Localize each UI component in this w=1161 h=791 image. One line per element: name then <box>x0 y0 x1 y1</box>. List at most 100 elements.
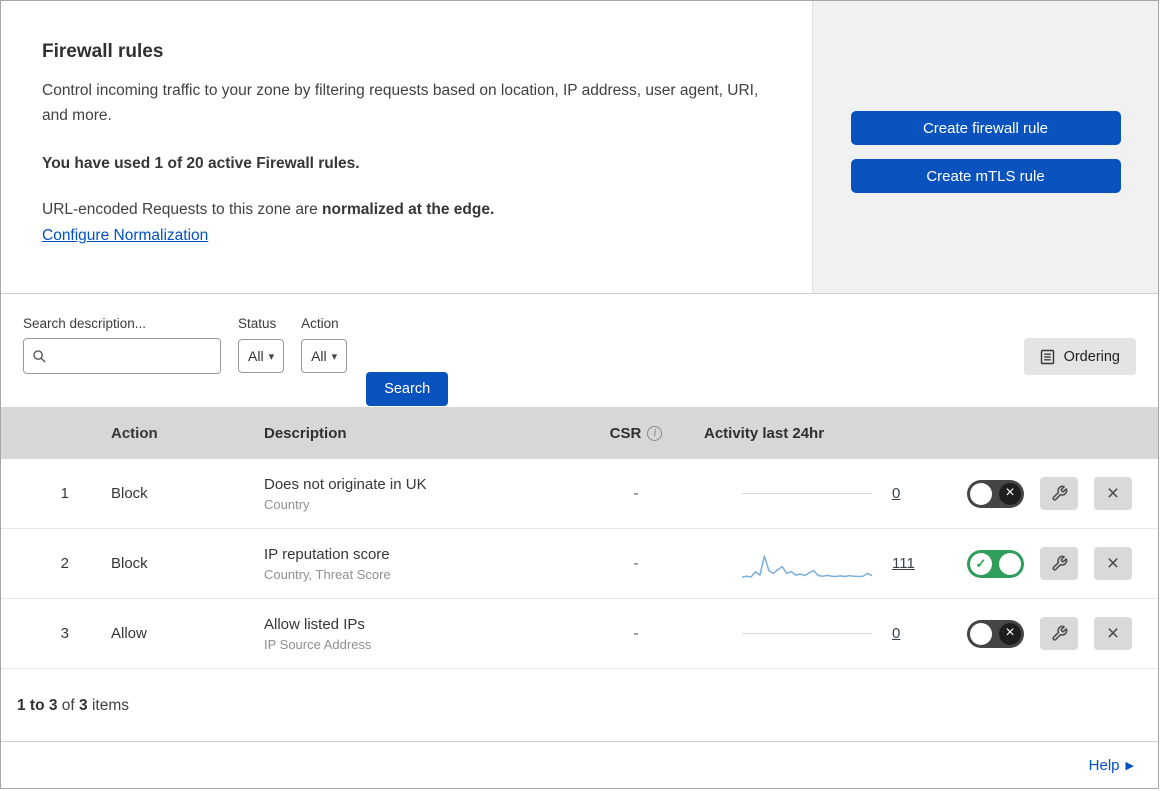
rule-action: Block <box>111 485 148 502</box>
close-icon: × <box>1106 552 1120 575</box>
rule-enabled-toggle[interactable] <box>967 549 1024 578</box>
info-icon[interactable]: i <box>647 425 663 441</box>
rule-enabled-toggle[interactable] <box>967 479 1024 508</box>
close-icon: × <box>1106 622 1120 645</box>
ordering-icon <box>1040 349 1055 365</box>
normalization-note-bold: normalized at the edge. <box>322 200 495 218</box>
rule-activity: 0 <box>696 485 946 502</box>
status-filter-select[interactable]: All ▾ <box>238 339 285 373</box>
wrench-icon <box>1051 555 1068 572</box>
toggle-knob <box>970 482 992 505</box>
toggle-knob <box>970 622 992 645</box>
action-filter-select[interactable]: All ▾ <box>301 339 348 373</box>
rule-priority: 2 <box>60 555 69 572</box>
search-group: Search description... <box>23 316 221 374</box>
actions-panel: Create firewall rule Create mTLS rule <box>812 1 1158 293</box>
rule-criteria: IP Source Address <box>264 636 372 652</box>
delete-rule-button[interactable]: × <box>1094 547 1132 580</box>
delete-rule-button[interactable]: × <box>1094 617 1132 650</box>
empty-sparkline <box>742 633 872 634</box>
overview-card: Firewall rules Control incoming traffic … <box>1 1 1158 294</box>
search-button[interactable]: Search <box>366 372 449 406</box>
table-row: 3 Allow Allow listed IPs IP Source Addre… <box>1 599 1158 669</box>
rule-criteria: Country, Threat Score <box>264 566 391 582</box>
column-action: Action <box>111 424 158 442</box>
create-firewall-rule-button[interactable]: Create firewall rule <box>850 111 1121 145</box>
activity-count-link[interactable]: 0 <box>892 485 900 502</box>
edit-rule-button[interactable] <box>1040 617 1078 650</box>
bottom-bar: Help ▶ <box>1 741 1158 788</box>
rule-description: IP reputation score Country, Threat Scor… <box>264 546 576 582</box>
page-description: Control incoming traffic to your zone by… <box>42 82 759 124</box>
edit-rule-button[interactable] <box>1040 477 1078 510</box>
rule-controls: × <box>946 547 1158 580</box>
rule-title: IP reputation score <box>264 545 390 563</box>
wrench-icon <box>1051 625 1068 642</box>
rule-title: Allow listed IPs <box>264 615 365 633</box>
search-input-wrapper <box>23 338 221 374</box>
rule-enabled-toggle[interactable] <box>967 619 1024 648</box>
rule-action: Block <box>111 555 148 572</box>
column-csr: CSR i <box>576 425 696 442</box>
pagination-of: of <box>61 697 75 714</box>
rule-priority: 1 <box>60 485 69 502</box>
rule-csr: - <box>633 485 639 502</box>
rule-action: Allow <box>111 625 147 642</box>
activity-count-link[interactable]: 111 <box>892 555 915 572</box>
rule-description: Allow listed IPs IP Source Address <box>264 616 576 652</box>
help-label: Help <box>1088 756 1120 774</box>
search-icon <box>32 349 47 364</box>
rule-csr: - <box>633 555 639 572</box>
chevron-down-icon: ▾ <box>331 350 338 363</box>
table-row: 1 Block Does not originate in UK Country… <box>1 459 1158 529</box>
edit-rule-button[interactable] <box>1040 547 1078 580</box>
pagination-items: items <box>91 697 130 714</box>
chevron-down-icon: ▾ <box>268 350 275 363</box>
action-filter-label: Action <box>301 316 339 331</box>
ordering-button[interactable]: Ordering <box>1023 338 1136 375</box>
table-header: Action Description CSR i Activity last 2… <box>1 407 1158 459</box>
rule-priority: 3 <box>60 625 69 642</box>
rule-activity: 111 <box>696 547 946 581</box>
create-mtls-rule-button[interactable]: Create mTLS rule <box>850 159 1121 193</box>
activity-count-link[interactable]: 0 <box>892 625 900 642</box>
rule-activity: 0 <box>696 625 946 642</box>
column-description: Description <box>264 424 347 442</box>
normalization-note-text: URL-encoded Requests to this zone are <box>42 200 323 218</box>
normalization-note: URL-encoded Requests to this zone are no… <box>42 201 772 219</box>
configure-normalization-link[interactable]: Configure Normalization <box>42 227 208 245</box>
action-filter-value: All <box>311 348 327 364</box>
column-csr-label: CSR <box>609 424 642 442</box>
toggle-state-icon <box>999 482 1021 505</box>
pagination-summary: 1 to 3 of 3 items <box>1 669 1158 741</box>
toggle-state-icon <box>970 552 992 575</box>
usage-summary: You have used 1 of 20 active Firewall ru… <box>42 154 360 172</box>
rule-csr: - <box>633 625 639 642</box>
status-filter-label: Status <box>238 316 277 331</box>
rule-sparkline <box>742 547 872 581</box>
rule-title: Does not originate in UK <box>264 475 427 493</box>
empty-sparkline <box>742 493 872 494</box>
status-filter-value: All <box>248 348 264 364</box>
page-title: Firewall rules <box>42 41 164 62</box>
search-label: Search description... <box>23 316 147 331</box>
status-filter-group: Status All ▾ <box>238 316 285 373</box>
help-link[interactable]: Help ▶ <box>1089 757 1134 774</box>
rule-controls: × <box>946 477 1158 510</box>
filter-bar: Search description... Status All ▾ Actio… <box>1 294 1158 407</box>
overview-text: Firewall rules Control incoming traffic … <box>1 1 812 293</box>
toggle-knob <box>999 552 1021 575</box>
toggle-state-icon <box>999 622 1021 645</box>
ordering-label: Ordering <box>1063 348 1120 365</box>
delete-rule-button[interactable]: × <box>1094 477 1132 510</box>
firewall-rules-page: Firewall rules Control incoming traffic … <box>0 0 1159 789</box>
pagination-total: 3 <box>79 697 88 714</box>
action-filter-group: Action All ▾ <box>301 316 348 373</box>
arrow-right-icon: ▶ <box>1125 759 1134 772</box>
table-row: 2 Block IP reputation score Country, Thr… <box>1 529 1158 599</box>
rule-criteria: Country <box>264 496 310 512</box>
rule-controls: × <box>946 617 1158 650</box>
rule-description: Does not originate in UK Country <box>264 476 576 512</box>
wrench-icon <box>1051 485 1068 502</box>
search-input[interactable] <box>53 348 212 364</box>
